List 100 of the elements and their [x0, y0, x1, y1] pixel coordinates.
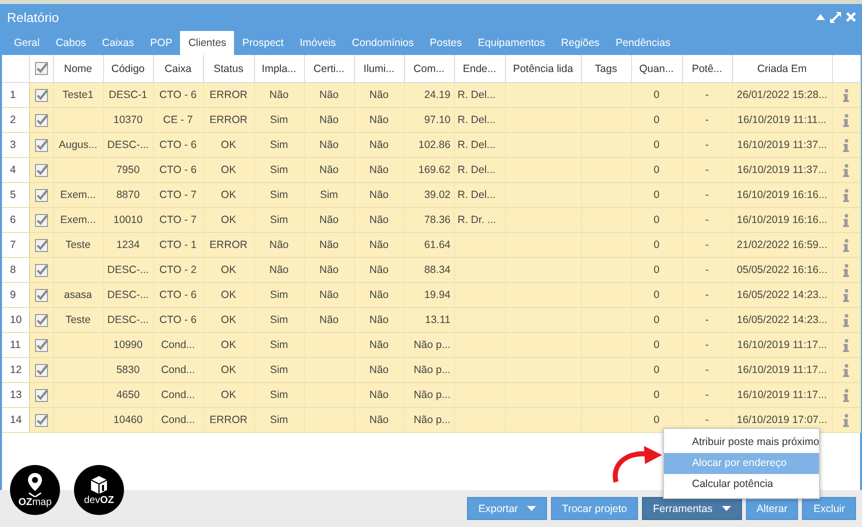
checkbox[interactable] [34, 314, 48, 326]
checkbox[interactable] [34, 214, 48, 226]
table-cell: 0 [654, 114, 660, 126]
table-row[interactable]: 8 DESC-... CTO - 2 OK Não Não Não 88.34 0 - 05/05/2022 16:16... [2, 258, 860, 282]
row-number: 11 [10, 339, 21, 351]
row-number: 3 [10, 139, 16, 151]
table-row[interactable]: 13 4650 Cond... OK Sim Não Não p... 0 - 16/10/2019 11:17... [2, 382, 860, 408]
table-row[interactable]: 2 10370 CE - 7 ERROR Sim Não Não 97.10 R. Del... 0 - 16/10/2019 11:11... [2, 108, 860, 132]
info-icon[interactable] [843, 114, 849, 126]
table-cell: OK [220, 389, 236, 401]
table-row[interactable]: 11 10990 Cond... OK Sim Não Não p... 0 - 16/10/2019 11:17... [2, 332, 860, 358]
table-cell: 21/02/2022 16:59... [736, 239, 828, 251]
info-icon[interactable] [843, 338, 849, 352]
table-row[interactable]: 3 Augus... DESC-... CTO - 6 OK Sim Não Não 102.86 R. Del... 0 - 16/10/2019 11:37... [2, 132, 860, 158]
table-cell: Não [269, 264, 289, 276]
tab[interactable]: Clientes [180, 31, 234, 55]
table-cell: OK [220, 264, 236, 276]
info-icon[interactable] [843, 164, 849, 176]
table-cell: Exem... [60, 214, 96, 226]
table-cell: 16/10/2019 16:16... [736, 189, 828, 201]
table-row[interactable]: 10 Teste DESC-... CTO - 6 OK Sim Não Não 13.11 0 - 16/05/2022 14:23... [2, 308, 860, 332]
column-header[interactable]: Com... [414, 62, 444, 74]
table-cell: 78.36 [424, 214, 450, 226]
info-icon[interactable] [843, 288, 849, 302]
checkbox[interactable] [34, 364, 48, 376]
table-row[interactable]: 5 Exem... 8870 CTO - 7 OK Sim Sim Não 39.02 R. Del... 0 - 16/10/2019 16:16... [2, 182, 860, 208]
column-header[interactable]: Criada Em [757, 62, 807, 74]
info-icon[interactable] [843, 314, 849, 326]
checkbox[interactable] [34, 288, 48, 302]
checkbox[interactable] [34, 388, 48, 402]
table-row[interactable]: 9 asasa DESC-... CTO - 6 OK Sim Não Não 19.94 0 - 16/05/2022 14:23... [2, 282, 860, 308]
table-cell: 0 [654, 314, 660, 326]
column-header[interactable]: Quan... [639, 62, 674, 74]
expand-icon[interactable] [830, 12, 841, 22]
table-cell: Cond... [161, 364, 195, 376]
table-cell: ERROR [210, 239, 248, 251]
checkbox[interactable] [34, 138, 48, 152]
checkbox[interactable] [34, 338, 48, 352]
table-cell: Sim [270, 314, 288, 326]
info-icon[interactable] [843, 388, 849, 402]
column-header[interactable]: Impla... [262, 62, 296, 74]
info-icon[interactable] [843, 88, 849, 102]
table-cell: OK [220, 164, 236, 176]
checkbox[interactable] [34, 114, 48, 126]
menu-item[interactable]: Calcular potência [664, 474, 819, 495]
table-cell: - [705, 139, 709, 151]
window-title: Relatório [7, 10, 60, 24]
table-row[interactable]: 1 Teste1 DESC-1 CTO - 6 ERROR Não Não Não 24.19 R. Del... 0 - 26/01/2022 15:28... [2, 82, 860, 108]
column-header[interactable]: Ende... [462, 62, 496, 74]
table-row[interactable]: 7 Teste 1234 CTO - 1 ERROR Não Não Não 61.64 0 - 21/02/2022 16:59... [2, 232, 860, 258]
info-icon[interactable] [843, 414, 849, 426]
table-cell: OK [220, 339, 236, 351]
table-cell: Cond... [161, 339, 195, 351]
table-cell: - [705, 189, 709, 201]
table-cell: Cond... [161, 389, 195, 401]
table-cell: Não p... [414, 339, 450, 351]
info-icon[interactable] [843, 214, 849, 226]
table-cell: 0 [654, 139, 660, 151]
column-header[interactable]: Potência lida [512, 62, 574, 74]
table-cell: 0 [654, 264, 660, 276]
column-header[interactable]: Caixa [164, 62, 192, 74]
info-icon[interactable] [843, 138, 849, 152]
table-row[interactable]: 4 7950 CTO - 6 OK Sim Não Não 169.62 R. Del... 0 - 16/10/2019 11:37... [2, 158, 860, 182]
column-header[interactable]: Tags [594, 62, 618, 74]
menu-item[interactable]: Atribuir poste mais próximo [664, 432, 819, 453]
table-cell: 16/10/2019 11:17... [737, 339, 827, 351]
column-header[interactable]: Potê... [692, 62, 722, 74]
column-header[interactable]: Certi... [314, 62, 344, 74]
checkbox[interactable] [34, 264, 48, 276]
checkbox[interactable] [34, 414, 48, 426]
info-icon[interactable] [843, 264, 849, 276]
table-cell: OK [220, 139, 236, 151]
checkbox[interactable] [34, 188, 48, 202]
checkbox[interactable] [34, 62, 48, 75]
table-row[interactable]: 14 10460 Cond... ERROR Sim Não Não p... 0 - 16/10/2019 17:07... [2, 408, 860, 432]
cube-icon [89, 474, 109, 494]
logo-text: OZmap [18, 496, 52, 508]
table-cell: Augus... [58, 139, 98, 151]
checkbox[interactable] [34, 238, 48, 252]
table-row[interactable]: 12 5830 Cond... OK Sim Não Não p... 0 - 16/10/2019 11:17... [2, 358, 860, 382]
table-cell: 13.11 [425, 314, 450, 326]
info-icon[interactable] [843, 238, 849, 252]
table-cell: OK [220, 314, 236, 326]
info-icon[interactable] [843, 364, 849, 376]
table-cell: OK [220, 189, 236, 201]
column-header[interactable]: Status [214, 62, 244, 74]
table-row[interactable]: 6 Exem... 10010 CTO - 7 OK Sim Não Não 78.36 R. Dr. ... 0 - 16/10/2019 16:16... [2, 208, 860, 232]
info-icon[interactable] [843, 188, 849, 202]
column-header[interactable]: Código [111, 62, 145, 74]
table-cell: 0 [654, 339, 660, 351]
table-cell: DESC-... [107, 289, 149, 301]
column-header[interactable]: Ilumi... [364, 62, 394, 74]
collapse-icon[interactable] [816, 14, 825, 20]
dropdown-button[interactable]: Ferramentas [642, 497, 742, 520]
checkbox[interactable] [34, 164, 48, 176]
column-header[interactable]: Nome [64, 62, 92, 74]
close-icon[interactable] [846, 12, 856, 22]
checkbox[interactable] [34, 88, 48, 102]
table-cell: Não [369, 239, 389, 251]
table-cell: 16/10/2019 11:17... [737, 364, 827, 376]
